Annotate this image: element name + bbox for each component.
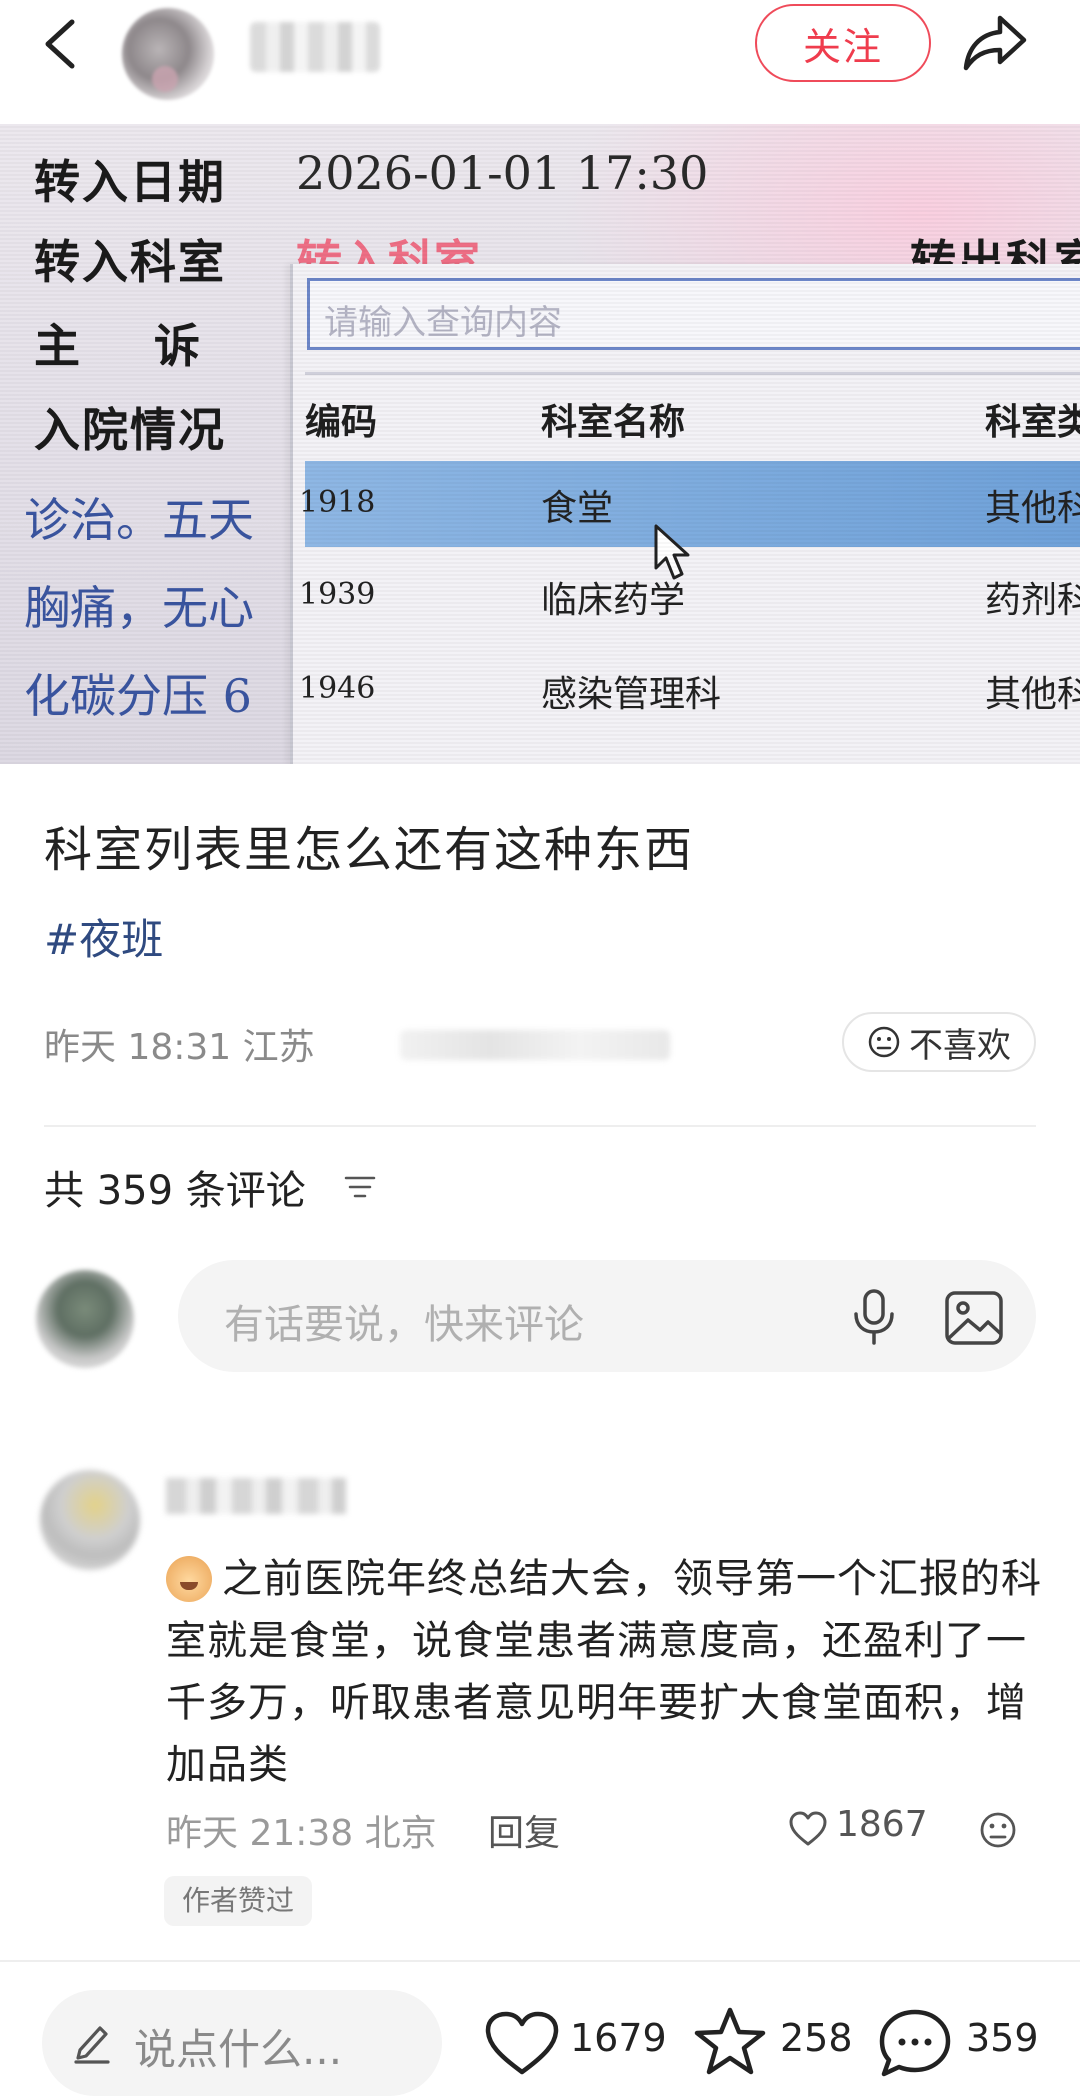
dept-table-header: 编码 科室名称 科室类	[305, 375, 1080, 459]
col-type: 科室类	[985, 401, 1080, 443]
comment-like-count: 1867	[836, 1804, 928, 1845]
dislike-label: 不喜欢	[909, 1025, 1011, 1066]
row-name: 食堂	[541, 488, 614, 529]
comment-count-heading: 共 359 条评论	[44, 1168, 306, 1214]
row-code: 1918	[299, 485, 376, 520]
transfer-date-value: 2026-01-01 17:30	[296, 146, 709, 200]
top-bar: 关注	[0, 0, 1080, 124]
comment-time-location: 昨天 21:38 北京	[166, 1813, 437, 1854]
image-icon[interactable]	[944, 1290, 1004, 1346]
table-row-selected[interactable]: 1918 食堂 其他科	[299, 461, 1080, 547]
text-fragment-1: 诊治。五天	[24, 493, 254, 547]
row-type: 其他科	[985, 674, 1080, 715]
dept-search-placeholder: 请输入查询内容	[324, 303, 562, 343]
divider	[44, 1125, 1036, 1127]
like-heart-icon[interactable]	[484, 2010, 560, 2078]
blurred-meta	[400, 1030, 670, 1060]
share-icon[interactable]	[960, 12, 1030, 74]
follow-button[interactable]: 关注	[755, 4, 931, 82]
row-type: 药剂科	[985, 580, 1080, 621]
user-avatar	[36, 1270, 134, 1368]
microphone-icon[interactable]	[848, 1288, 900, 1346]
bottom-divider	[0, 1960, 1080, 1962]
author-name-blurred[interactable]	[250, 22, 380, 72]
table-row[interactable]: 1946 感染管理科 其他科	[299, 647, 1080, 733]
like-count: 1679	[570, 2016, 667, 2060]
text-fragment-2: 胸痛，无心	[24, 581, 254, 635]
comment-body: 之前医院年终总结大会，领导第一个汇报的科室就是食堂，说食堂患者满意度高，还盈利了…	[166, 1556, 1042, 1788]
neutral-face-icon	[868, 1026, 900, 1058]
label-admission: 入院情况	[34, 403, 226, 457]
table-row[interactable]: 1939 临床药学 药剂科	[299, 553, 1080, 639]
author-avatar[interactable]	[122, 8, 214, 100]
author-liked-badge: 作者赞过	[164, 1876, 313, 1926]
commenter-name-blurred[interactable]	[166, 1478, 346, 1514]
comment-input-placeholder: 有话要说，快来评论	[224, 1302, 584, 1348]
label-transfer-dept: 转入科室	[34, 235, 226, 289]
sort-icon[interactable]	[344, 1172, 376, 1202]
label-transfer-date: 转入日期	[34, 155, 226, 209]
heart-outline-icon[interactable]	[788, 1810, 828, 1848]
col-name: 科室名称	[541, 401, 686, 443]
comment-input[interactable]: 有话要说，快来评论	[178, 1260, 1036, 1372]
dept-table: 编码 科室名称 科室类 1918 食堂 其他科 1939 临床药学 药剂科 19…	[299, 372, 1080, 764]
dept-search-input[interactable]: 请输入查询内容	[307, 278, 1080, 350]
commenter-avatar[interactable]	[40, 1470, 140, 1570]
row-code: 1939	[299, 577, 376, 612]
row-type: 其他科	[985, 488, 1080, 529]
dislike-button[interactable]: 不喜欢	[842, 1012, 1036, 1072]
post-title: 科室列表里怎么还有这种东西	[44, 822, 695, 878]
row-code: 1946	[299, 671, 376, 706]
bottom-comment-count: 359	[966, 2016, 1039, 2060]
bottom-input-placeholder: 说点什么...	[134, 2025, 343, 2074]
post-time-location: 昨天 18:31 江苏	[44, 1027, 315, 1068]
comment-text: 之前医院年终总结大会，领导第一个汇报的科室就是食堂，说食堂患者满意度高，还盈利了…	[166, 1548, 1046, 1796]
mouse-cursor-icon	[654, 524, 690, 580]
text-fragment-3: 化碳分压 6	[24, 669, 252, 723]
col-code: 编码	[305, 401, 378, 443]
back-arrow-icon[interactable]	[38, 18, 82, 70]
pen-icon	[74, 2026, 110, 2064]
bottom-comment-input[interactable]: 说点什么...	[42, 1990, 442, 2096]
collect-count: 258	[780, 2016, 853, 2060]
star-collect-icon[interactable]	[692, 2006, 768, 2078]
dept-dropdown: 请输入查询内容 编码 科室名称 科室类 1918 食堂 其他科 1939 临床药…	[290, 264, 1080, 764]
post-photo[interactable]: 转入日期 2026-01-01 17:30 转入科室 转入科室 转出科室 主 诉…	[0, 124, 1080, 764]
row-name: 感染管理科	[541, 674, 722, 715]
hashtag-link[interactable]: #夜班	[44, 906, 163, 967]
comment-bubble-icon[interactable]	[878, 2008, 952, 2078]
reply-button[interactable]: 回复	[488, 1804, 560, 1856]
neutral-face-icon[interactable]	[978, 1810, 1018, 1850]
label-chief-complaint: 主 诉	[34, 319, 203, 373]
